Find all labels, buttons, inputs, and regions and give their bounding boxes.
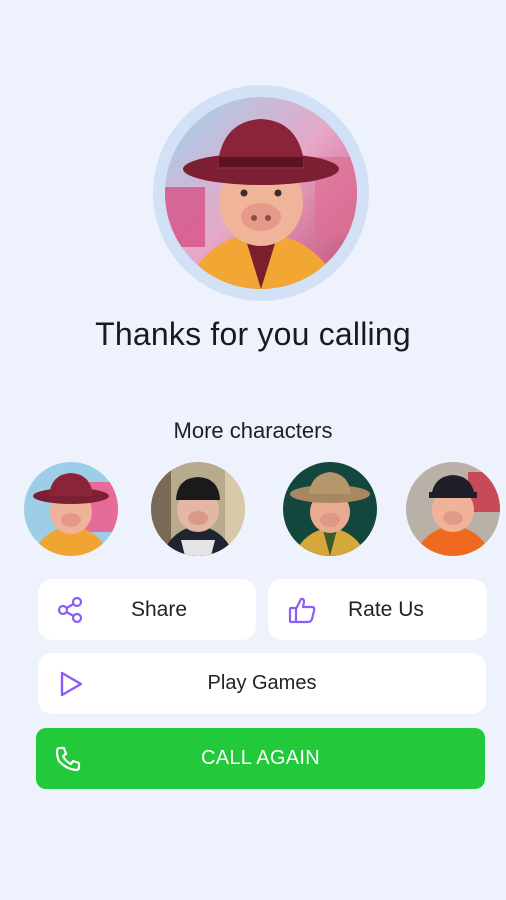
character-thumbnail-3[interactable] bbox=[283, 462, 377, 556]
rate-us-button[interactable]: Rate Us bbox=[268, 579, 487, 640]
character-thumbnail-1[interactable] bbox=[24, 462, 118, 556]
call-again-button[interactable]: CALL AGAIN bbox=[36, 728, 485, 789]
hero-avatar-ring bbox=[153, 85, 369, 301]
share-label: Share bbox=[131, 597, 188, 621]
more-characters-heading: More characters bbox=[173, 418, 333, 443]
hero-character-image bbox=[165, 97, 357, 289]
share-icon bbox=[56, 596, 84, 624]
rate-us-label: Rate Us bbox=[348, 597, 424, 621]
character-thumbnail-4[interactable] bbox=[406, 462, 500, 556]
call-again-label: CALL AGAIN bbox=[201, 747, 320, 769]
character-thumbnail-2[interactable] bbox=[151, 462, 245, 556]
page-title: Thanks for you calling bbox=[95, 316, 411, 352]
thumbs-up-icon bbox=[287, 595, 317, 625]
share-button[interactable]: Share bbox=[38, 579, 256, 640]
play-games-button[interactable]: Play Games bbox=[38, 653, 486, 714]
play-games-label: Play Games bbox=[207, 672, 317, 694]
